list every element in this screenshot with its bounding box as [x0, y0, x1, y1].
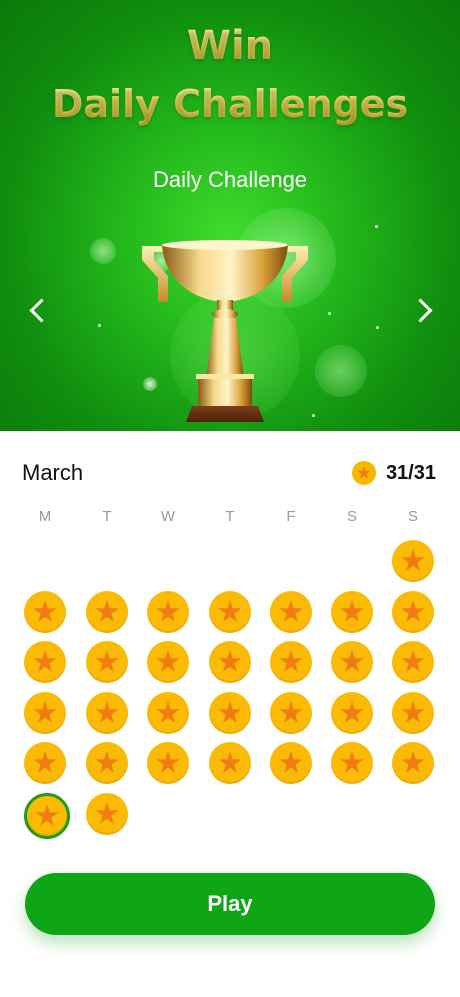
- star-icon: [340, 751, 364, 773]
- day-coin-today[interactable]: [24, 793, 70, 839]
- day-coin[interactable]: [147, 591, 189, 633]
- day-coin[interactable]: [270, 742, 312, 784]
- sparkle: [376, 326, 379, 329]
- weekday-label: W: [160, 508, 176, 525]
- sparkle: [98, 324, 101, 327]
- day-coin[interactable]: [331, 641, 373, 683]
- day-coin[interactable]: [86, 591, 128, 633]
- next-button[interactable]: [403, 290, 443, 330]
- star-icon: [218, 600, 242, 622]
- star-icon: [156, 600, 180, 622]
- hero-title-line1: Win: [0, 22, 460, 70]
- star-icon: [401, 650, 425, 672]
- star-icon: [95, 751, 119, 773]
- score-count: 31/31: [385, 461, 436, 484]
- day-coin[interactable]: [147, 742, 189, 784]
- hero-subtitle: Daily Challenge: [152, 167, 308, 192]
- star-icon: [95, 701, 119, 723]
- star-icon: [401, 751, 425, 773]
- star-icon: [279, 600, 303, 622]
- star-icon: [340, 600, 364, 622]
- score-display: 31/31: [351, 458, 436, 488]
- weekday-label: T: [225, 508, 235, 525]
- star-icon: [279, 751, 303, 773]
- sparkle: [312, 414, 315, 417]
- chevron-left-icon: [28, 297, 54, 323]
- day-coin[interactable]: [392, 591, 434, 633]
- day-coin[interactable]: [392, 742, 434, 784]
- star-icon: [33, 650, 57, 672]
- day-coin[interactable]: [392, 641, 434, 683]
- day-coin[interactable]: [270, 591, 312, 633]
- day-coin[interactable]: [147, 692, 189, 734]
- star-coin-icon: [351, 461, 376, 485]
- star-icon: [156, 701, 180, 723]
- light-glow: [315, 345, 367, 397]
- weekday-label: T: [102, 508, 112, 525]
- star-icon: [35, 804, 59, 826]
- day-coin[interactable]: [209, 591, 251, 633]
- star-icon: [218, 650, 242, 672]
- star-icon: [33, 701, 57, 723]
- day-coin[interactable]: [331, 591, 373, 633]
- play-button-label: Play: [207, 891, 253, 916]
- day-coin[interactable]: [270, 641, 312, 683]
- star-icon: [279, 650, 303, 672]
- day-coin[interactable]: [86, 692, 128, 734]
- weekday-row: MTWTFSS: [0, 506, 460, 528]
- day-coin[interactable]: [24, 742, 66, 784]
- day-coin[interactable]: [24, 591, 66, 633]
- star-icon: [95, 802, 119, 824]
- star-icon: [156, 650, 180, 672]
- day-coin[interactable]: [270, 692, 312, 734]
- hero-banner: Win Daily Challenges Daily Challenge: [0, 0, 460, 431]
- star-icon: [401, 600, 425, 622]
- day-coin[interactable]: [209, 692, 251, 734]
- star-icon: [95, 600, 119, 622]
- star-icon: [340, 650, 364, 672]
- month-label: March: [22, 460, 84, 485]
- day-coin[interactable]: [86, 641, 128, 683]
- day-coin[interactable]: [392, 692, 434, 734]
- play-button[interactable]: Play: [25, 873, 435, 935]
- day-coin[interactable]: [331, 742, 373, 784]
- star-icon: [401, 701, 425, 723]
- star-icon: [279, 701, 303, 723]
- calendar-grid: [0, 540, 460, 840]
- day-coin[interactable]: [209, 641, 251, 683]
- day-coin[interactable]: [209, 742, 251, 784]
- day-coin[interactable]: [331, 692, 373, 734]
- day-coin[interactable]: [24, 692, 66, 734]
- star-icon: [401, 549, 425, 571]
- trophy-icon: [142, 240, 308, 422]
- star-icon: [340, 701, 364, 723]
- day-coin[interactable]: [147, 641, 189, 683]
- day-coin[interactable]: [392, 540, 434, 582]
- star-icon: [33, 600, 57, 622]
- day-coin[interactable]: [24, 641, 66, 683]
- chevron-right-icon: [407, 297, 433, 323]
- weekday-label: F: [286, 508, 296, 525]
- sparkle: [375, 225, 378, 228]
- hero-title-line2: Daily Challenges: [0, 80, 460, 128]
- weekday-label: S: [346, 508, 357, 525]
- star-icon: [218, 751, 242, 773]
- weekday-label: S: [407, 508, 418, 525]
- star-icon: [156, 751, 180, 773]
- star-icon: [33, 751, 57, 773]
- weekday-label: M: [38, 508, 52, 525]
- day-coin[interactable]: [86, 793, 128, 835]
- star-icon: [95, 650, 119, 672]
- sparkle: [328, 312, 331, 315]
- light-glow: [90, 238, 116, 264]
- star-icon: [218, 701, 242, 723]
- previous-button[interactable]: [18, 290, 58, 330]
- day-coin[interactable]: [86, 742, 128, 784]
- calendar-header: March 31/31: [22, 458, 436, 488]
